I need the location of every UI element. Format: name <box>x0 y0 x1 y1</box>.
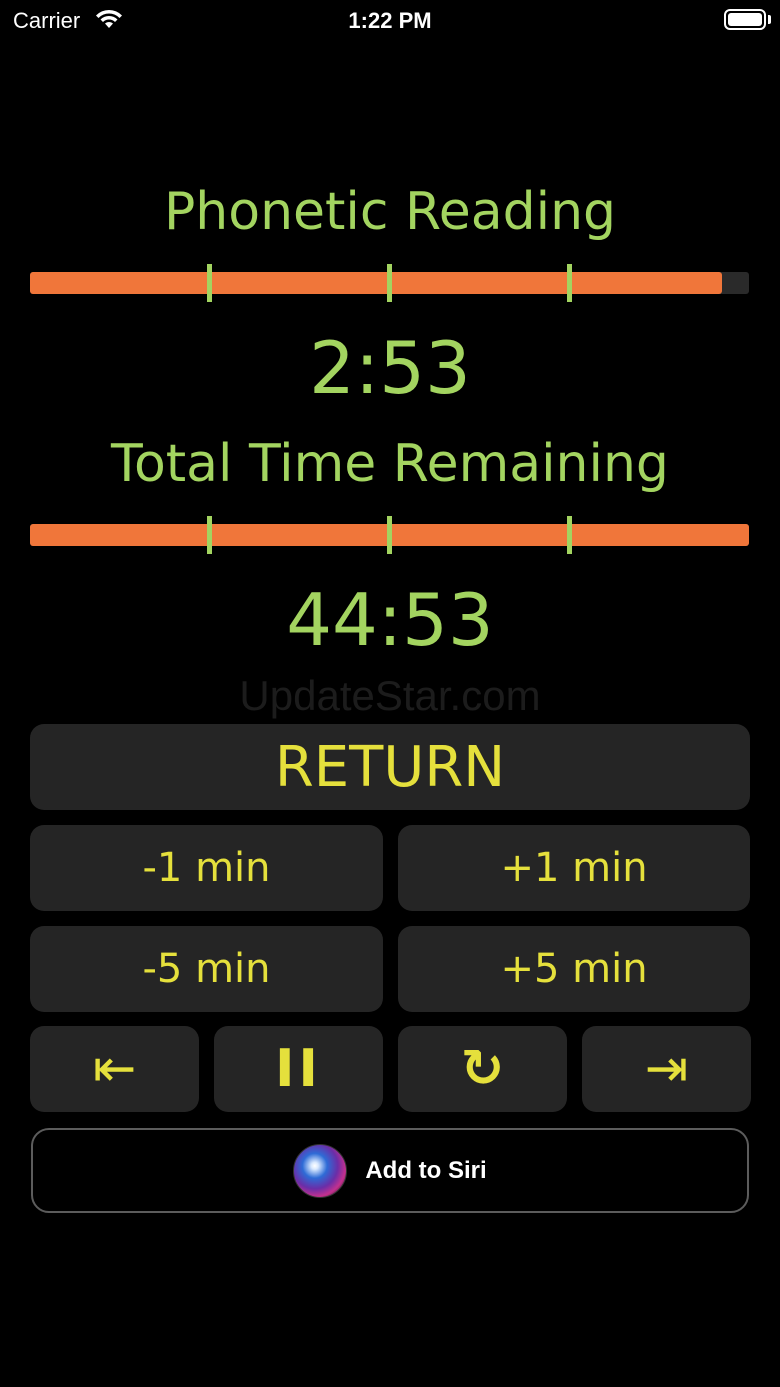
add-to-siri-label: Add to Siri <box>365 1156 487 1184</box>
progress-tick <box>387 516 392 554</box>
progress-tick <box>207 264 212 302</box>
progress-tick <box>567 516 572 554</box>
add-to-siri-button[interactable]: Add to Siri <box>31 1128 749 1213</box>
progress-tick <box>567 264 572 302</box>
restart-button[interactable]: ↻ <box>398 1026 567 1112</box>
battery-icon <box>724 9 766 30</box>
minus-5-min-button[interactable]: -5 min <box>30 926 383 1012</box>
status-time: 1:22 PM <box>348 8 432 33</box>
next-section-button[interactable]: ⇥ <box>582 1026 751 1112</box>
arrow-to-end-icon: ⇥ <box>644 1039 689 1099</box>
pause-icon: II <box>275 1039 322 1099</box>
pause-button[interactable]: II <box>214 1026 383 1112</box>
total-time: 44:53 <box>286 578 494 662</box>
previous-section-button[interactable]: ⇤ <box>30 1026 199 1112</box>
total-progress-bar <box>30 516 749 554</box>
watermark: UpdateStar.com <box>239 672 541 719</box>
arrow-to-start-icon: ⇤ <box>92 1039 137 1099</box>
section-progress-bar <box>30 264 749 302</box>
restart-icon: ↻ <box>460 1039 505 1099</box>
status-bar: Carrier 1:22 PM <box>0 0 780 40</box>
battery-tip <box>768 15 771 24</box>
section-time: 2:53 <box>309 326 471 410</box>
total-time-remaining-title: Total Time Remaining <box>111 434 669 494</box>
section-title-phonetic-reading: Phonetic Reading <box>163 182 617 242</box>
siri-icon <box>293 1143 348 1198</box>
plus-1-min-button[interactable]: +1 min <box>398 825 750 911</box>
progress-tick <box>207 516 212 554</box>
progress-fill <box>30 272 722 294</box>
plus-5-min-button[interactable]: +5 min <box>398 926 750 1012</box>
progress-tick <box>387 264 392 302</box>
return-button[interactable]: RETURN <box>30 724 750 810</box>
minus-1-min-button[interactable]: -1 min <box>30 825 383 911</box>
